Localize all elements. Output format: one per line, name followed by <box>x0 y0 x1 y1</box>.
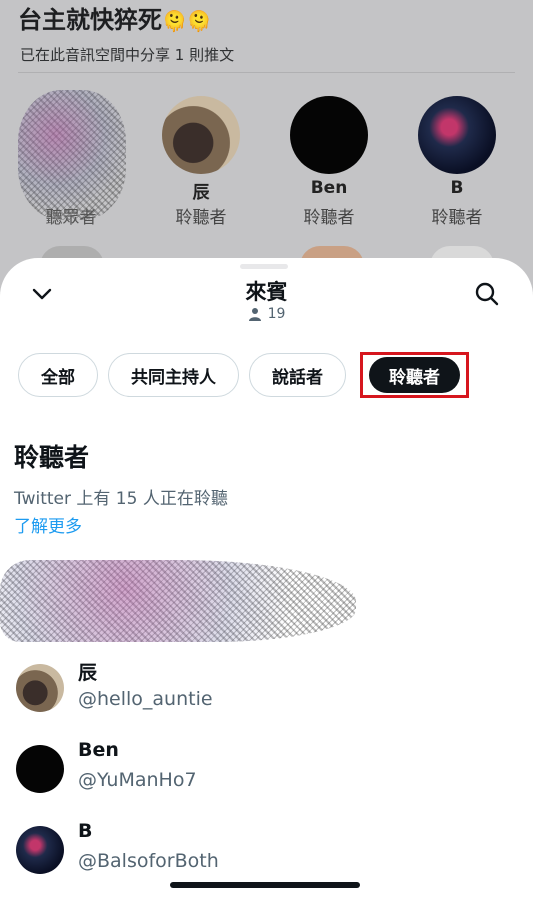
list-item[interactable]: 辰 @hello_auntie <box>0 658 533 722</box>
speaker-role: 聆聽者 <box>175 208 227 228</box>
avatar <box>16 745 64 793</box>
section-title: 聆聽者 <box>14 443 90 472</box>
guests-sheet: 來賓 19 全部 共同主持人 說話者 聆聽者 聆聽者 Twitter 上有 15… <box>0 258 533 900</box>
search-icon <box>475 282 499 306</box>
melting-face-emoji: 🫠🫠 <box>162 9 212 33</box>
avatar <box>16 664 64 712</box>
filter-tabs: 全部 共同主持人 說話者 聆聽者 <box>18 352 469 398</box>
divider <box>18 72 515 73</box>
speaker-avatar[interactable] <box>290 96 368 174</box>
speaker-role: 聽眾者 <box>45 208 97 228</box>
search-button[interactable] <box>469 276 505 312</box>
tab-all[interactable]: 全部 <box>18 353 98 397</box>
listener-name: 辰 <box>78 662 98 684</box>
section-description: Twitter 上有 15 人正在聆聽 <box>14 489 228 509</box>
home-indicator[interactable] <box>170 882 360 888</box>
listener-handle: @hello_auntie <box>78 688 213 710</box>
space-title: 台主就快猝死🫠🫠 <box>18 6 212 34</box>
space-subtitle: 已在此音訊空間中分享 1 則推文 <box>20 46 235 64</box>
speaker-avatar[interactable] <box>162 96 240 174</box>
space-background: 台主就快猝死🫠🫠 已在此音訊空間中分享 1 則推文 聽眾者 辰 聆聽者 Ben … <box>0 0 533 300</box>
tab-cohosts[interactable]: 共同主持人 <box>108 353 239 397</box>
tab-speakers[interactable]: 說話者 <box>249 353 346 397</box>
redacted-listener <box>0 560 356 642</box>
list-item[interactable]: B @BalsoforBoth <box>0 820 533 884</box>
sheet-grabber[interactable] <box>240 264 288 269</box>
list-item[interactable]: Ben @YuManHo7 <box>0 739 533 803</box>
tab-highlight-box: 聆聽者 <box>360 352 469 398</box>
guest-count-value: 19 <box>267 306 286 322</box>
tab-listeners[interactable]: 聆聽者 <box>369 357 460 393</box>
avatar <box>16 826 64 874</box>
speaker-avatar[interactable] <box>418 96 496 174</box>
listener-handle: @YuManHo7 <box>78 769 197 791</box>
blurred-avatar <box>18 90 126 220</box>
speaker-name: B <box>450 178 464 198</box>
listener-handle: @BalsoforBoth <box>78 850 219 872</box>
listener-name: Ben <box>78 739 119 761</box>
learn-more-link[interactable]: 了解更多 <box>14 512 82 537</box>
speaker-name: Ben <box>310 178 348 198</box>
speaker-role: 聆聽者 <box>431 208 483 228</box>
speaker-role: 聆聽者 <box>303 208 355 228</box>
speaker-name: 辰 <box>192 183 210 203</box>
sheet-title: 來賓 <box>245 280 288 304</box>
person-icon <box>248 308 261 321</box>
listener-name: B <box>78 820 93 842</box>
guest-count: 19 <box>0 306 533 322</box>
